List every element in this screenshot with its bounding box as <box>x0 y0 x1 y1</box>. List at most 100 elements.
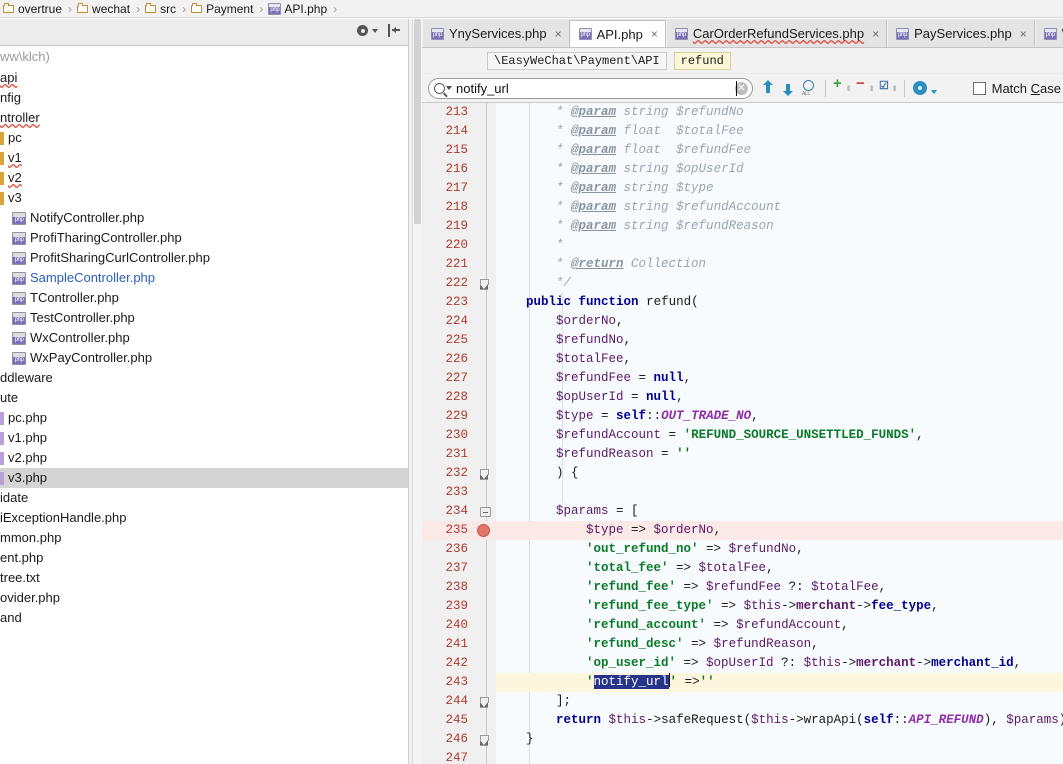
tree-item-notifycontroller-php[interactable]: php NotifyController.php <box>0 208 408 228</box>
tree-item-profitsharingcurlcontroller-php[interactable]: php ProfitSharingCurlController.php <box>0 248 408 268</box>
code-line[interactable]: 213 * @param string $refundNo <box>422 103 1063 122</box>
tree-item-ute[interactable]: ute <box>0 388 408 408</box>
code-line[interactable]: 235 $type => $orderNo, <box>422 521 1063 540</box>
tree-item-api[interactable]: api <box>0 68 408 88</box>
editor-tab-strip[interactable]: php YnyServices.php × php API.php × php CarOrde… <box>422 19 1063 48</box>
breadcrumb-item-wechat[interactable]: wechat <box>76 0 131 18</box>
line-number[interactable]: 242 <box>422 654 468 673</box>
line-number[interactable]: 230 <box>422 426 468 445</box>
line-number[interactable]: 237 <box>422 559 468 578</box>
tree-item-v1-php[interactable]: v1.php <box>0 428 408 448</box>
editor-tab-w[interactable]: phpW <box>1034 20 1063 47</box>
code-line[interactable]: 221 * @return Collection <box>422 255 1063 274</box>
line-number[interactable]: 214 <box>422 122 468 141</box>
tree-item-pc-php[interactable]: pc.php <box>0 408 408 428</box>
close-icon[interactable]: × <box>872 28 879 40</box>
tree-item-ddleware[interactable]: ddleware <box>0 368 408 388</box>
find-next-button[interactable] <box>781 79 795 97</box>
code-line[interactable]: 245 return $this->safeRequest($this->wra… <box>422 711 1063 730</box>
code-line[interactable]: 215 * @param float $refundFee <box>422 141 1063 160</box>
code-line[interactable]: 231 $refundReason = '' <box>422 445 1063 464</box>
fold-collapse-icon[interactable] <box>480 507 491 517</box>
code-line[interactable]: 247 <box>422 749 1063 764</box>
code-line[interactable]: 224 $orderNo, <box>422 312 1063 331</box>
tree-item-mmon-php[interactable]: mmon.php <box>0 528 408 548</box>
tree-item-v3-php[interactable]: v3.php <box>0 468 408 488</box>
line-number[interactable]: 217 <box>422 179 468 198</box>
collapse-all-button[interactable] <box>388 24 400 37</box>
code-line[interactable]: 219 * @param string $refundReason <box>422 217 1063 236</box>
tree-item-v2[interactable]: v2 <box>0 168 408 188</box>
line-number[interactable]: 224 <box>422 312 468 331</box>
editor-tab-carorderrefundservices-php[interactable]: php CarOrderRefundServices.php × <box>665 20 888 47</box>
line-number[interactable]: 229 <box>422 407 468 426</box>
tree-item-nfig[interactable]: nfig <box>0 88 408 108</box>
match-case-checkbox[interactable] <box>972 81 986 95</box>
code-line[interactable]: 220 * <box>422 236 1063 255</box>
code-line[interactable]: 216 * @param string $opUserId <box>422 160 1063 179</box>
line-number[interactable]: 227 <box>422 369 468 388</box>
breakpoint-marker[interactable] <box>477 524 490 537</box>
project-settings-button[interactable] <box>356 24 378 37</box>
line-number[interactable]: 244 <box>422 692 468 711</box>
tree-item-ent-php[interactable]: ent.php <box>0 548 408 568</box>
line-number[interactable]: 235 <box>422 521 468 540</box>
tree-item-tree-txt[interactable]: tree.txt <box>0 568 408 588</box>
tree-item-v1[interactable]: v1 <box>0 148 408 168</box>
line-number[interactable]: 218 <box>422 198 468 217</box>
editor-tab-ynyservices-php[interactable]: php YnyServices.php × <box>422 20 570 47</box>
tree-item-ovider-php[interactable]: ovider.php <box>0 588 408 608</box>
code-line[interactable]: 236 'out_refund_no' => $refundNo, <box>422 540 1063 559</box>
code-line[interactable]: 243 'notify_url' =>'' <box>422 673 1063 692</box>
tree-item-tcontroller-php[interactable]: php TController.php <box>0 288 408 308</box>
code-line[interactable]: 234 $params = [ <box>422 502 1063 521</box>
code-line[interactable]: 237 'total_fee' => $totalFee, <box>422 559 1063 578</box>
find-all-icon[interactable] <box>801 79 818 97</box>
line-number[interactable]: 246 <box>422 730 468 749</box>
line-number[interactable]: 232 <box>422 464 468 483</box>
line-number[interactable]: 220 <box>422 236 468 255</box>
line-number[interactable]: 239 <box>422 597 468 616</box>
line-number[interactable]: 215 <box>422 141 468 160</box>
code-line[interactable]: 223 public function refund( <box>422 293 1063 312</box>
match-case-label[interactable]: Match Case <box>992 81 1061 96</box>
code-line[interactable]: 214 * @param float $totalFee <box>422 122 1063 141</box>
line-number[interactable]: 243 <box>422 673 468 692</box>
code-line[interactable]: 244 ]; <box>422 692 1063 711</box>
find-settings-gear-icon[interactable] <box>913 81 927 95</box>
code-line[interactable]: 226 $totalFee, <box>422 350 1063 369</box>
line-number[interactable]: 231 <box>422 445 468 464</box>
fold-end-icon[interactable] <box>480 697 491 707</box>
navbar-namespace[interactable]: \EasyWeChat\Payment\API <box>487 51 667 70</box>
code-line[interactable]: 242 'op_user_id' => $opUserId ?: $this->… <box>422 654 1063 673</box>
code-line[interactable]: 238 'refund_fee' => $refundFee ?: $total… <box>422 578 1063 597</box>
navbar-member[interactable]: refund <box>673 51 731 70</box>
line-number[interactable]: 228 <box>422 388 468 407</box>
breadcrumb-item-overtrue[interactable]: overtrue <box>2 0 63 18</box>
breadcrumb-item-payment[interactable]: Payment <box>190 0 254 18</box>
tree-item-pc[interactable]: pc <box>0 128 408 148</box>
fold-end-icon[interactable] <box>480 469 491 479</box>
code-line[interactable]: 225 $refundNo, <box>422 331 1063 350</box>
tree-item-ntroller[interactable]: ntroller <box>0 108 408 128</box>
code-line[interactable]: 217 * @param string $type <box>422 179 1063 198</box>
remove-selection-icon[interactable]: − ‖ <box>856 76 873 97</box>
tree-item-profitharingcontroller-php[interactable]: php ProfiTharingController.php <box>0 228 408 248</box>
code-line[interactable]: 222 */ <box>422 274 1063 293</box>
scrollbar-thumb[interactable] <box>414 19 421 224</box>
chevron-down-icon-2[interactable] <box>931 89 937 94</box>
line-number[interactable]: 233 <box>422 483 468 502</box>
tree-item-v3[interactable]: v3 <box>0 188 408 208</box>
line-number[interactable]: 238 <box>422 578 468 597</box>
find-previous-button[interactable] <box>761 79 775 97</box>
line-number[interactable]: 221 <box>422 255 468 274</box>
tree-item-iexceptionhandle-php[interactable]: iExceptionHandle.php <box>0 508 408 528</box>
search-input[interactable]: notify_url ✕ <box>428 77 753 99</box>
tree-item-samplecontroller-php[interactable]: php SampleController.php <box>0 268 408 288</box>
line-number[interactable]: 225 <box>422 331 468 350</box>
line-number[interactable]: 219 <box>422 217 468 236</box>
tree-item-and[interactable]: and <box>0 608 408 628</box>
tree-item-wxcontroller-php[interactable]: php WxController.php <box>0 328 408 348</box>
chevron-down-icon[interactable] <box>446 86 452 90</box>
line-number[interactable]: 241 <box>422 635 468 654</box>
